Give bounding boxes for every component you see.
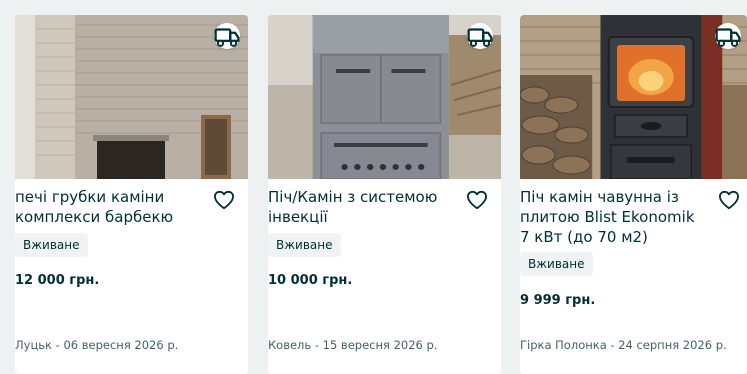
listing-card[interactable]: Піч/Камін з системою інвекції Вживане 10…	[268, 15, 501, 374]
listing-photo[interactable]	[520, 15, 747, 179]
location-date: Ковель - 15 вересня 2026 р.	[268, 338, 438, 352]
condition-badge: Вживане	[15, 233, 88, 257]
delivery-truck-icon	[467, 23, 493, 49]
condition-badge: Вживане	[520, 252, 593, 276]
heart-outline-icon[interactable]	[212, 188, 236, 212]
heart-outline-icon[interactable]	[465, 188, 489, 212]
listing-title[interactable]: Піч/Камін з системою інвекції	[268, 187, 458, 227]
listing-title[interactable]: Піч камін чавунна із плитою Blist Ekonom…	[520, 187, 700, 247]
listing-title[interactable]: печі грубки каміни комплекси барбекю	[15, 187, 205, 227]
location-date: Гірка Полонка - 24 серпня 2026 р.	[520, 338, 727, 352]
listing-card[interactable]: печі грубки каміни комплекси барбекю Вжи…	[15, 15, 248, 374]
listing-price: 9 999 грн.	[520, 293, 596, 308]
listing-grid: печі грубки каміни комплекси барбекю Вжи…	[0, 0, 747, 374]
listing-price: 12 000 грн.	[15, 273, 100, 288]
location-date: Луцьк - 06 вересня 2026 р.	[15, 338, 179, 352]
delivery-truck-icon	[715, 23, 741, 49]
listing-card[interactable]: Піч камін чавунна із плитою Blist Ekonom…	[520, 15, 747, 374]
delivery-truck-icon	[214, 23, 240, 49]
heart-outline-icon[interactable]	[717, 188, 741, 212]
listing-photo[interactable]	[15, 15, 248, 179]
condition-badge: Вживане	[268, 233, 341, 257]
listing-photo[interactable]	[268, 15, 501, 179]
listing-price: 10 000 грн.	[268, 273, 353, 288]
